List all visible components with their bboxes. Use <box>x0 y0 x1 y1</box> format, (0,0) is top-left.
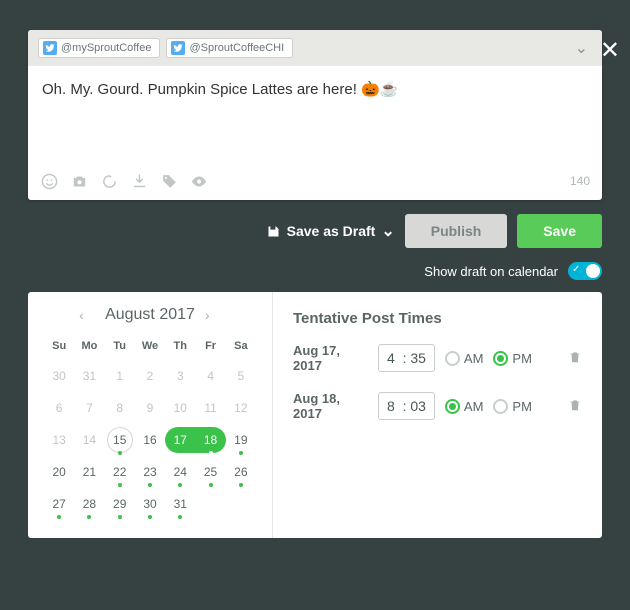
calendar-day[interactable]: 21 <box>83 456 96 488</box>
event-dot <box>178 515 182 519</box>
event-dot <box>118 515 122 519</box>
calendar-dow: We <box>135 336 165 360</box>
calendar-day[interactable]: 13 <box>52 424 65 456</box>
event-dot <box>57 515 61 519</box>
eye-icon[interactable] <box>190 172 208 190</box>
calendar-dow: Su <box>44 336 74 360</box>
publish-button[interactable]: Publish <box>405 214 508 248</box>
trash-icon[interactable] <box>568 350 582 367</box>
schedule-card: ‹ August 2017 › SuMoTuWeThFrSa3031123456… <box>28 292 602 538</box>
save-draft-label: Save as Draft <box>287 223 376 239</box>
actions-row: Save as Draft ⌄ Publish Save <box>28 214 602 248</box>
calendar-day[interactable]: 6 <box>56 392 63 424</box>
event-dot <box>209 451 213 455</box>
calendar-dow: Sa <box>226 336 256 360</box>
close-icon[interactable]: ✕ <box>600 36 620 65</box>
next-month-icon[interactable]: › <box>205 307 221 323</box>
pm-radio[interactable]: PM <box>493 399 532 414</box>
time-input[interactable]: 8 : 03 <box>378 392 435 420</box>
char-count: 140 <box>570 174 590 188</box>
calendar-day[interactable]: 10 <box>174 392 187 424</box>
calendar-day[interactable]: 15 <box>107 427 133 453</box>
calendar-day[interactable]: 16 <box>143 424 156 456</box>
show-draft-toggle[interactable] <box>568 262 602 280</box>
time-date: Aug 17, 2017 <box>293 343 368 373</box>
event-dot <box>239 483 243 487</box>
calendar-day[interactable]: 17 <box>165 427 195 453</box>
calendar-day[interactable]: 11 <box>204 392 216 424</box>
compose-card: @mySproutCoffee @SproutCoffeeCHI ⌄ Oh. M… <box>28 30 602 200</box>
account-chip[interactable]: @mySproutCoffee <box>38 38 160 58</box>
calendar-day[interactable]: 20 <box>52 456 65 488</box>
calendar-day[interactable]: 18 <box>195 427 225 453</box>
calendar-day[interactable]: 9 <box>147 392 154 424</box>
calendar-day[interactable]: 4 <box>207 360 214 392</box>
account-handle: @mySproutCoffee <box>61 42 151 54</box>
time-input[interactable]: 4 : 35 <box>378 344 435 372</box>
time-row: Aug 18, 2017 8 : 03 AM PM <box>293 391 582 421</box>
compose-toolbar: 140 <box>28 166 602 200</box>
schedule-icon[interactable] <box>100 172 118 190</box>
calendar-day[interactable]: 5 <box>238 360 245 392</box>
toggle-label: Show draft on calendar <box>424 264 558 279</box>
calendar-title: August 2017 <box>105 306 195 324</box>
time-row: Aug 17, 2017 4 : 35 AM PM <box>293 343 582 373</box>
emoji-icon[interactable] <box>40 172 58 190</box>
calendar-day[interactable]: 8 <box>116 392 123 424</box>
calendar-day[interactable]: 30 <box>52 360 65 392</box>
calendar-day[interactable]: 31 <box>83 360 96 392</box>
calendar-day[interactable]: 1 <box>116 360 123 392</box>
calendar-day[interactable]: 12 <box>234 392 247 424</box>
chevron-down-icon: ⌄ <box>381 221 394 241</box>
calendar-day[interactable]: 3 <box>177 360 184 392</box>
pm-radio[interactable]: PM <box>493 351 532 366</box>
am-radio[interactable]: AM <box>445 351 484 366</box>
twitter-icon <box>43 41 57 55</box>
toggle-row: Show draft on calendar <box>28 262 602 280</box>
compose-textarea[interactable]: Oh. My. Gourd. Pumpkin Spice Lattes are … <box>28 66 602 166</box>
event-dot <box>209 483 213 487</box>
event-dot <box>118 451 122 455</box>
calendar-day[interactable]: 2 <box>147 360 154 392</box>
camera-icon[interactable] <box>70 172 88 190</box>
account-handle: @SproutCoffeeCHI <box>189 42 284 54</box>
tag-icon[interactable] <box>160 172 178 190</box>
event-dot <box>87 515 91 519</box>
time-date: Aug 18, 2017 <box>293 391 368 421</box>
event-dot <box>148 515 152 519</box>
event-dot <box>239 451 243 455</box>
am-radio[interactable]: AM <box>445 399 484 414</box>
chevron-down-icon[interactable]: ⌄ <box>575 38 592 58</box>
calendar-dow: Fr <box>195 336 225 360</box>
event-dot <box>148 483 152 487</box>
prev-month-icon[interactable]: ‹ <box>79 307 95 323</box>
calendar: ‹ August 2017 › SuMoTuWeThFrSa3031123456… <box>28 292 273 538</box>
event-dot <box>118 483 122 487</box>
download-icon[interactable] <box>130 172 148 190</box>
calendar-dow: Th <box>165 336 195 360</box>
post-times-title: Tentative Post Times <box>293 310 582 327</box>
calendar-day[interactable]: 14 <box>83 424 96 456</box>
twitter-icon <box>171 41 185 55</box>
accounts-bar: @mySproutCoffee @SproutCoffeeCHI ⌄ <box>28 30 602 66</box>
post-times: Tentative Post Times Aug 17, 20174 : 35A… <box>273 292 602 538</box>
calendar-dow: Mo <box>74 336 104 360</box>
save-button[interactable]: Save <box>517 214 602 248</box>
trash-icon[interactable] <box>568 398 582 415</box>
calendar-day[interactable]: 7 <box>86 392 93 424</box>
account-chip[interactable]: @SproutCoffeeCHI <box>166 38 293 58</box>
save-draft-button[interactable]: Save as Draft ⌄ <box>266 221 395 241</box>
calendar-dow: Tu <box>105 336 135 360</box>
event-dot <box>178 483 182 487</box>
